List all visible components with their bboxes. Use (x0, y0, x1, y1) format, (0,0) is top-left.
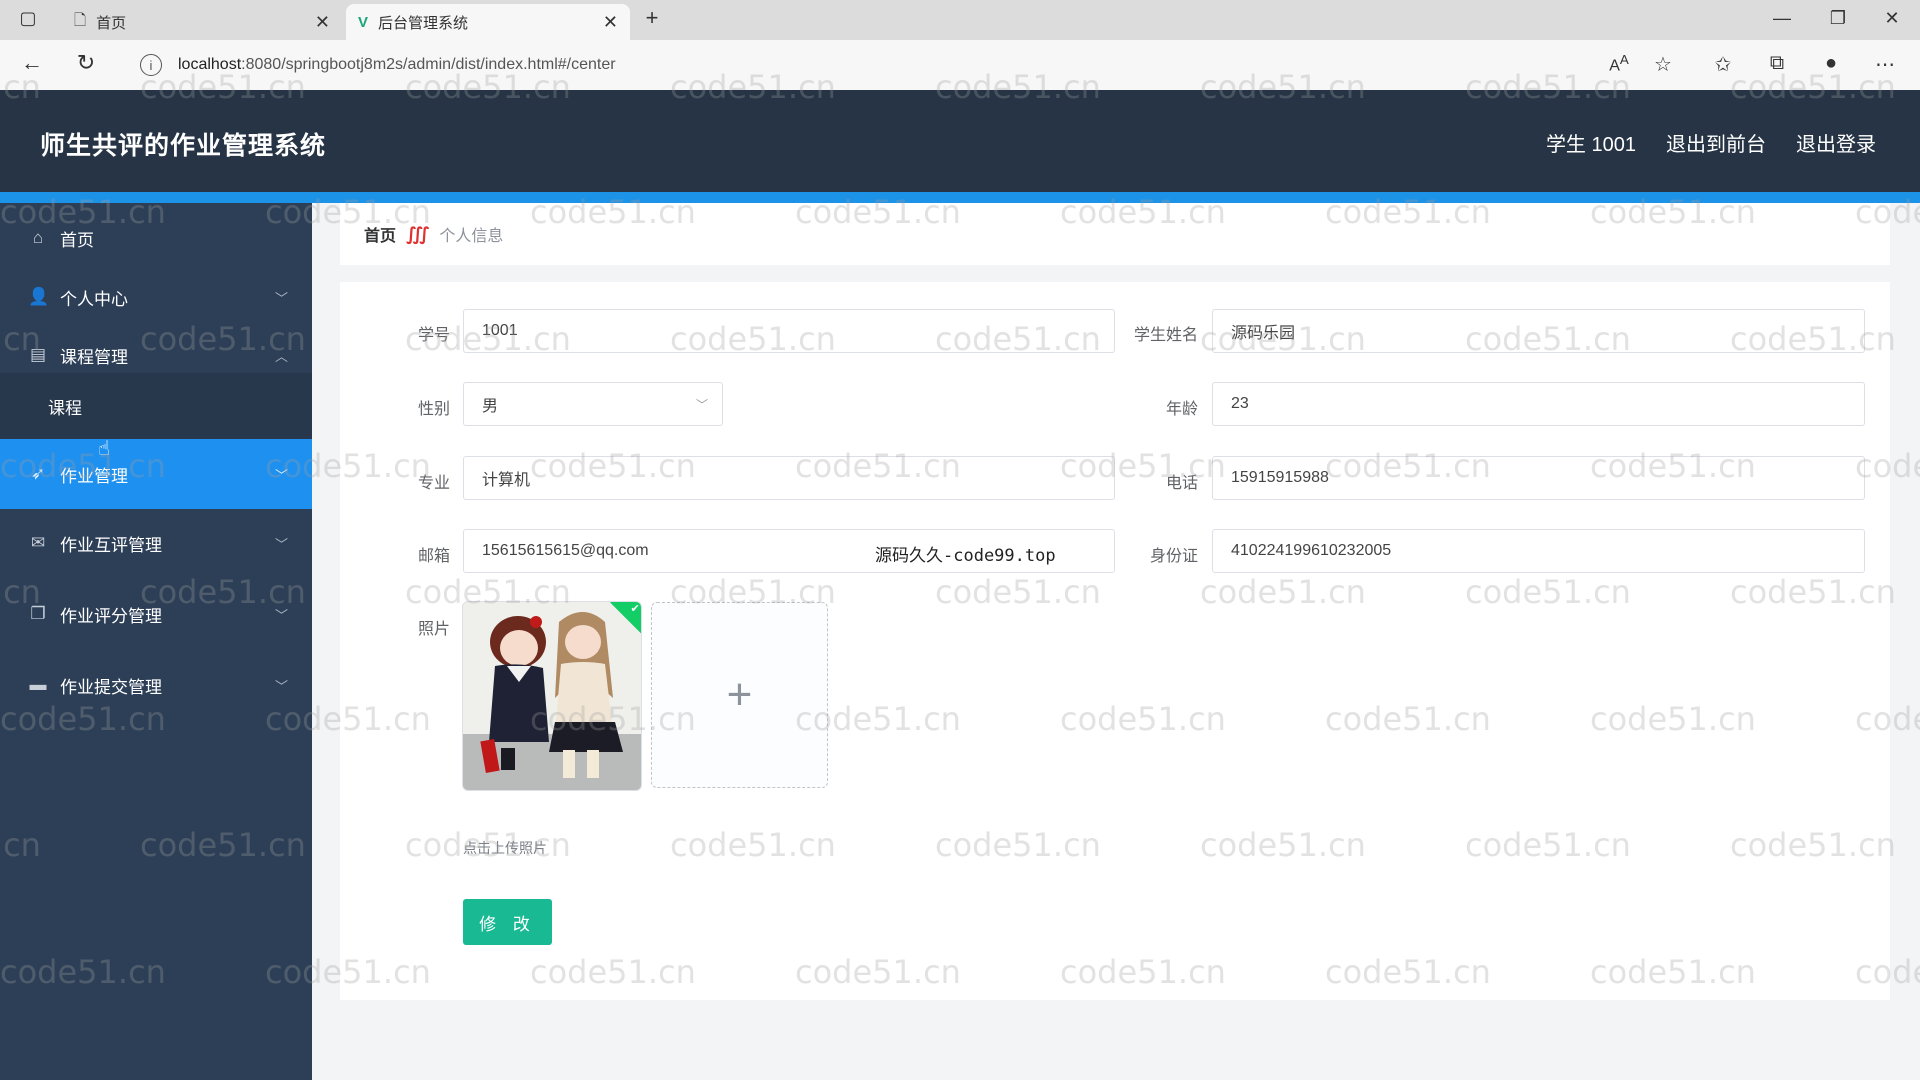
close-icon[interactable]: ✕ (603, 12, 618, 33)
home-icon: ⌂ (32, 228, 44, 247)
breadcrumb: 首页 ∭ 个人信息 (340, 203, 1890, 265)
sidebar-item-label: 个人中心 (60, 289, 128, 309)
header-actions: 学生 1001 退出到前台 退出登录 (1546, 128, 1876, 157)
sidebar-subitem-course[interactable]: 课程 (0, 373, 312, 439)
page-icon: 🗋 (74, 11, 87, 29)
major-label: 专业 (417, 475, 450, 492)
phone-label: 电话 (1165, 475, 1198, 492)
sidebar-item-peer-review[interactable]: ✉ 作业互评管理 ﹀ (0, 508, 312, 578)
sidebar-item-label: 作业互评管理 (60, 535, 162, 555)
user-icon: 👤 (28, 287, 50, 306)
browser-tab-admin[interactable]: V 后台管理系统 ✕ (346, 4, 630, 40)
tab-actions-icon[interactable]: ▢ (8, 8, 48, 29)
chevron-down-icon: ﹀ (274, 290, 288, 306)
id-card-field[interactable]: 410224199610232005 (1212, 529, 1865, 573)
sidebar-item-submission[interactable]: ▬ 作业提交管理 ﹀ (0, 650, 312, 720)
chevron-down-icon: ﹀ (274, 607, 288, 623)
breadcrumb-separator-icon: ∭ (406, 223, 430, 244)
reload-icon[interactable]: ↻ (70, 50, 102, 76)
breadcrumb-home[interactable]: 首页 (364, 222, 396, 246)
collections-icon[interactable]: ⧉ (1762, 52, 1792, 75)
sidebar-item-label: 作业提交管理 (60, 677, 162, 697)
new-tab-icon[interactable]: + (632, 5, 672, 31)
sidebar-item-grading[interactable]: ❐ 作业评分管理 ﹀ (0, 579, 312, 649)
sidebar-item-label: 作业管理 (60, 466, 128, 486)
gender-select[interactable]: 男 ﹀ (463, 382, 723, 426)
student-name-field[interactable]: 源码乐园 (1212, 309, 1865, 353)
send-icon: ➶ (30, 464, 46, 483)
profile-avatar-icon[interactable]: ● (1816, 52, 1846, 75)
vue-logo-icon: V (358, 13, 369, 31)
tab-title: 首页 (96, 14, 127, 32)
close-icon[interactable]: ✕ (315, 12, 330, 33)
check-icon: ✔ (630, 602, 640, 615)
modify-button[interactable]: 修 改 (463, 899, 552, 945)
logout-link[interactable]: 退出登录 (1796, 128, 1876, 157)
anime-girls-illustration (463, 602, 641, 790)
add-favorite-icon[interactable]: ☆ (1648, 52, 1678, 77)
clipboard-icon: ▤ (29, 345, 47, 364)
photo-upload-button[interactable]: + (651, 602, 828, 788)
student-no-label: 学号 (417, 327, 450, 344)
back-arrow-icon[interactable]: ← (16, 50, 48, 76)
url-field[interactable]: i localhost:8080/springbootj8m2s/admin/d… (122, 47, 1682, 83)
email-label: 邮箱 (417, 548, 450, 565)
age-label: 年龄 (1165, 401, 1198, 418)
gender-label: 性别 (417, 401, 450, 418)
breadcrumb-current: 个人信息 (439, 228, 504, 245)
info-icon[interactable]: i (140, 54, 162, 76)
chevron-down-icon: ﹀ (274, 678, 288, 694)
id-card-label: 身份证 (1149, 548, 1198, 565)
copy-icon: ❐ (30, 604, 46, 623)
minimize-icon[interactable]: — (1762, 8, 1802, 29)
read-aloud-icon[interactable]: AA (1604, 52, 1634, 75)
current-user-label: 学生 1001 (1545, 134, 1636, 156)
gender-value: 男 (482, 398, 499, 415)
chevron-down-icon: ﹀ (695, 397, 708, 412)
monitor-icon: ▬ (29, 675, 47, 694)
sidebar-item-homework-management[interactable]: ➶ 作业管理 ﹀ (0, 439, 312, 509)
sidebar-item-label: 首页 (60, 230, 94, 250)
header-accent-strip (0, 192, 1920, 203)
sidebar: ⌂ 首页 👤 个人中心 ﹀ ▤ 课程管理 ︿ 课程 ➶ 作业管理 ﹀ ✉ 作业互… (0, 203, 312, 1080)
overlay-watermark-text: 源码久久-code99.top (875, 546, 1056, 566)
url-path: :8080/springbootj8m2s/admin/dist/index.h… (241, 56, 616, 73)
chevron-down-icon: ﹀ (274, 536, 288, 552)
app-header: 师生共评的作业管理系统 学生 1001 退出到前台 退出登录 (0, 90, 1920, 192)
address-bar: ← ↻ i localhost:8080/springbootj8m2s/adm… (0, 40, 1920, 90)
uploaded-photo[interactable]: ✔ (462, 601, 642, 791)
photo-label: 照片 (417, 621, 450, 638)
student-name-label: 学生姓名 (1133, 327, 1198, 344)
chevron-down-icon: ﹀ (274, 467, 288, 483)
phone-field[interactable]: 15915915988 (1212, 456, 1865, 500)
favorites-icon[interactable]: ✩ (1708, 52, 1738, 77)
browser-tab-home[interactable]: 🗋 首页 ✕ (62, 4, 342, 40)
url-host: localhost (178, 56, 242, 73)
browser-tab-bar: ▢ 🗋 首页 ✕ V 后台管理系统 ✕ + — ❐ ✕ (0, 0, 1920, 40)
major-field[interactable]: 计算机 (463, 456, 1115, 500)
restore-icon[interactable]: ❐ (1818, 8, 1858, 29)
plus-icon: + (726, 670, 753, 719)
app-title: 师生共评的作业管理系统 (40, 132, 327, 160)
window-close-icon[interactable]: ✕ (1872, 8, 1912, 29)
sidebar-item-label: 课程 (48, 398, 82, 418)
upload-tip: 点击上传照片 (463, 840, 547, 856)
more-icon[interactable]: ⋯ (1870, 52, 1900, 77)
sidebar-item-label: 课程管理 (60, 347, 128, 367)
mail-icon: ✉ (30, 533, 46, 552)
chevron-up-icon: ︿ (274, 348, 288, 364)
back-to-front-link[interactable]: 退出到前台 (1666, 128, 1766, 157)
tab-title: 后台管理系统 (378, 14, 469, 32)
mouse-pointer-icon: ☝ (98, 438, 111, 460)
sidebar-item-label: 作业评分管理 (60, 606, 162, 626)
age-field[interactable]: 23 (1212, 382, 1865, 426)
student-no-field[interactable]: 1001 (463, 309, 1115, 353)
